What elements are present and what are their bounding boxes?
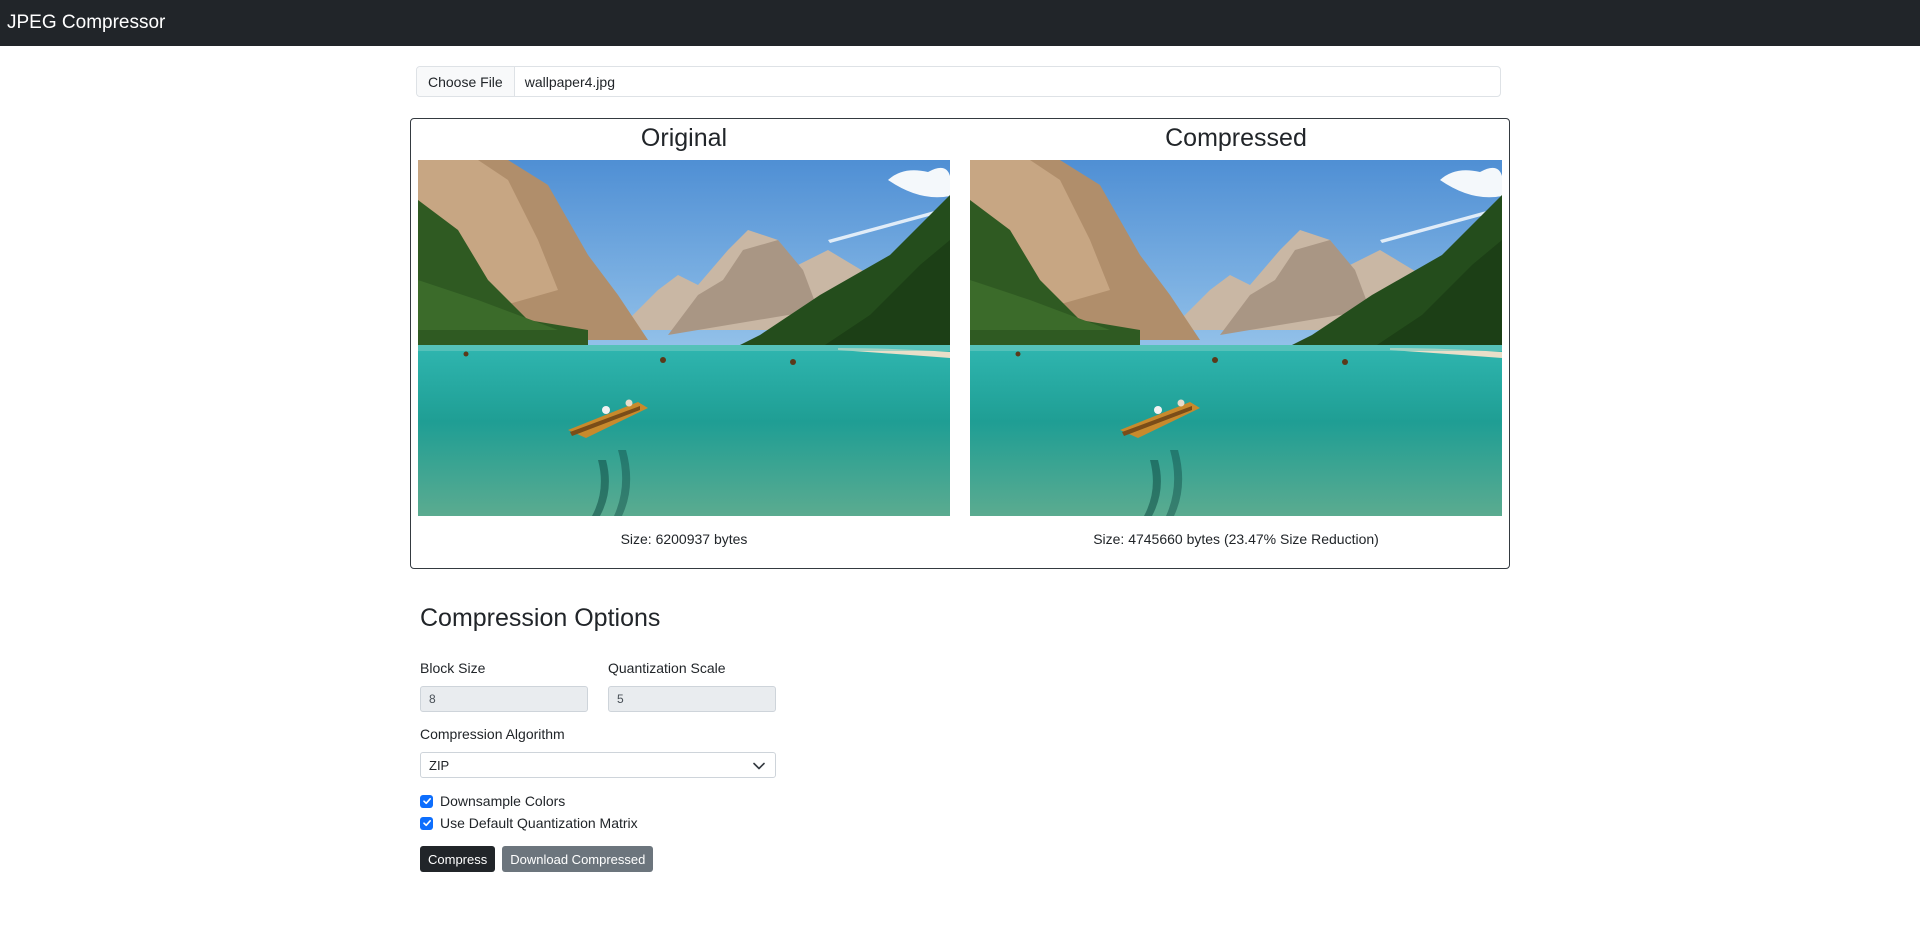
- check-icon: [422, 798, 431, 805]
- action-buttons: Compress Download Compressed: [420, 846, 780, 872]
- options-heading: Compression Options: [420, 604, 661, 632]
- default-matrix-checkbox[interactable]: [420, 816, 433, 830]
- algorithm-field: Compression Algorithm ZIP: [420, 726, 780, 778]
- download-compressed-button[interactable]: Download Compressed: [502, 846, 654, 872]
- app-brand[interactable]: JPEG Compressor: [7, 12, 165, 34]
- compressed-size: Size: 4745660 bytes (23.47% Size Reducti…: [1093, 531, 1379, 547]
- compressed-title: Compressed: [1165, 124, 1307, 152]
- block-size-input[interactable]: [420, 686, 588, 712]
- original-size: Size: 6200937 bytes: [620, 531, 748, 547]
- selected-file-name: wallpaper4.jpg: [524, 73, 615, 90]
- default-matrix-option: Use Default Quantization Matrix: [420, 812, 780, 834]
- quantization-scale-label: Quantization Scale: [608, 660, 726, 676]
- algorithm-select[interactable]: ZIP: [420, 752, 776, 778]
- comparison-panel: Original Size: 6200937 bytes Compressed …: [410, 118, 1510, 569]
- algorithm-label: Compression Algorithm: [420, 726, 565, 742]
- block-size-field: Block Size: [420, 660, 588, 712]
- algorithm-selected-value: ZIP: [429, 757, 450, 773]
- compressed-image: [970, 160, 1502, 516]
- chevron-down-icon: [753, 758, 765, 773]
- downsample-colors-option: Downsample Colors: [420, 790, 780, 812]
- original-panel: Original Size: 6200937 bytes: [418, 119, 950, 547]
- original-image: [418, 160, 950, 516]
- compressed-panel: Compressed Size: 4745660 bytes (23.47% S…: [970, 119, 1502, 547]
- compression-options: Compression Options Block Size Quantizat…: [420, 604, 780, 872]
- quantization-scale-input[interactable]: [608, 686, 776, 712]
- original-title: Original: [640, 124, 728, 152]
- downsample-colors-checkbox[interactable]: [420, 794, 433, 808]
- file-input[interactable]: Choose File wallpaper4.jpg: [416, 66, 1501, 97]
- block-size-label: Block Size: [420, 660, 486, 676]
- downsample-colors-label[interactable]: Downsample Colors: [440, 793, 565, 809]
- navbar: JPEG Compressor: [0, 0, 1920, 46]
- choose-file-button[interactable]: Choose File: [417, 67, 515, 96]
- option-checkboxes: Downsample Colors Use Default Quantizati…: [420, 790, 780, 834]
- check-icon: [422, 820, 431, 827]
- numeric-fields: Block Size Quantization Scale: [420, 660, 780, 712]
- compress-button[interactable]: Compress: [420, 846, 496, 872]
- default-matrix-label[interactable]: Use Default Quantization Matrix: [440, 815, 638, 831]
- quantization-scale-field: Quantization Scale: [608, 660, 776, 712]
